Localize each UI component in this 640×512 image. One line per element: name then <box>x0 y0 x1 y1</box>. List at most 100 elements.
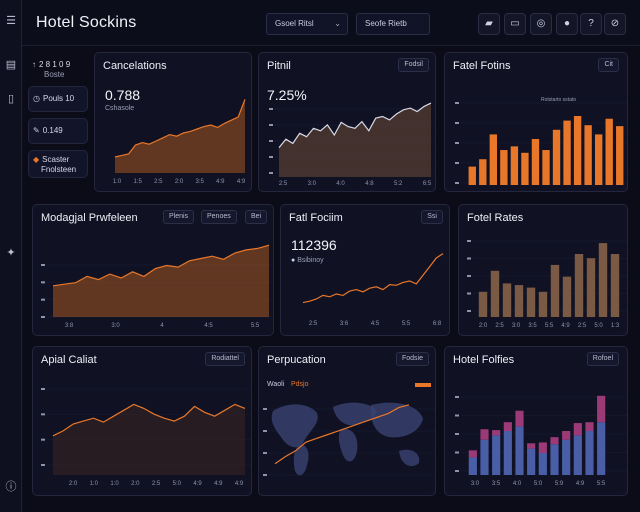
tag-icon: ◆ <box>33 155 40 164</box>
bar <box>468 166 476 185</box>
bar <box>563 120 571 185</box>
x-tick-label: 3:0 <box>471 481 480 487</box>
help-icon[interactable]: ? <box>580 13 602 35</box>
info-icon[interactable]: ⓘ <box>4 480 18 494</box>
y-tick <box>467 257 471 260</box>
x-tick-label: 3:5 <box>528 323 537 329</box>
pen-icon: ✎ <box>33 126 40 135</box>
line-chart: 2:5 3:0 4:0 4:8 5:2 6:5 <box>269 102 435 187</box>
y-tick <box>269 124 273 126</box>
bar <box>478 291 488 317</box>
card-fatl-fociim: Fatl Fociim Ssi 112396 ● Bsibinoy 2:5 3:6… <box>280 204 450 336</box>
x-tick-label: 4:0 <box>513 481 522 487</box>
bar <box>616 126 624 185</box>
x-tick-label: 3:5 <box>492 481 501 487</box>
y-tick <box>455 414 459 417</box>
y-tick <box>41 298 45 301</box>
bar <box>490 270 500 317</box>
menu-icon[interactable]: ☰ <box>4 14 18 28</box>
bar <box>585 431 594 475</box>
bar <box>584 125 592 185</box>
bar-segment <box>503 422 512 431</box>
y-tick <box>455 102 459 104</box>
x-tick-label: 4:9 <box>235 481 244 487</box>
card-cancellations: Cancelations 0.788 Cshasole 1:0 1:5 2:5 2:0… <box>94 52 252 192</box>
stat-item-1[interactable]: ↑ 2 8 1 0 9 Boste <box>28 56 88 82</box>
bar <box>610 254 620 317</box>
bar <box>598 243 608 317</box>
y-tick <box>269 108 273 110</box>
clock-icon: ◷ <box>33 94 40 103</box>
bar <box>489 134 498 185</box>
x-tick-label: 6:8 <box>433 321 442 327</box>
bar-segment <box>585 422 594 431</box>
bar <box>515 426 524 475</box>
list-icon[interactable]: ▤ <box>4 58 18 72</box>
stat-item-3[interactable]: ✎ 0.149 <box>28 118 88 144</box>
bar-segment <box>480 429 489 440</box>
y-tick <box>41 413 45 416</box>
bar-segment <box>573 423 582 436</box>
stat-item-4[interactable]: ◆ Scaster Fnolsteen <box>28 150 88 178</box>
area-fill <box>53 245 269 317</box>
y-tick <box>269 140 273 142</box>
card-fatel-fotins: Fatel Fotins Cit Rotstarto sstato <box>444 52 628 192</box>
bar <box>552 129 561 185</box>
bar-segment <box>492 430 501 436</box>
bar <box>542 150 550 185</box>
bar <box>586 258 596 317</box>
filter-select-1[interactable]: Gsoel Ritsl ⌄ <box>266 13 348 35</box>
x-tick-label: 4:5 <box>204 323 213 329</box>
y-tick <box>455 433 459 435</box>
stat-3-value: 0.149 <box>42 126 63 135</box>
x-tick-label: 3:0 <box>308 181 317 187</box>
line-chart: 2:5 3:6 4:5 5:5 6:8 <box>302 253 444 327</box>
bar <box>510 146 519 185</box>
y-tick <box>41 264 45 266</box>
bar <box>573 435 582 475</box>
x-tick-label: 3:5 <box>195 179 204 185</box>
book-icon[interactable]: ▯ <box>4 92 18 106</box>
filter-select-2[interactable]: Seofe Rietb <box>356 13 430 35</box>
y-tick <box>455 451 459 454</box>
x-tick-label: 2:5 <box>495 323 504 329</box>
bar-segment <box>550 437 559 445</box>
bar <box>526 287 536 317</box>
stat-1-value: 2 8 1 0 9 <box>39 60 71 69</box>
card-hotel-folfies: Hotel Folfies Rofoel 3:0 3:5 4:0 5:0 5:9 4:9 5… <box>444 346 628 496</box>
x-tick-label: 2:0 <box>175 179 184 185</box>
bar <box>492 435 501 475</box>
bar <box>480 439 489 475</box>
y-tick <box>263 452 267 454</box>
y-tick <box>467 292 471 295</box>
x-tick-label: 5:2 <box>394 181 403 187</box>
bar <box>502 283 512 317</box>
bar <box>562 439 571 475</box>
stat-item-2[interactable]: ◷ Pouls 10 <box>28 86 88 112</box>
at-icon[interactable]: ◎ <box>530 13 552 35</box>
x-tick-label: 5:5 <box>597 481 606 487</box>
x-tick-label: 4:9 <box>216 179 225 185</box>
x-tick-label: 3:0 <box>512 323 521 329</box>
sparkle-icon[interactable]: ✦ <box>4 246 18 260</box>
x-tick-label: 5:5 <box>402 321 411 327</box>
chat-icon[interactable]: ▭ <box>504 13 526 35</box>
bar <box>514 285 524 317</box>
arrow-up-icon: ↑ <box>32 60 36 69</box>
continent-europe <box>333 402 377 426</box>
x-tick-label: 2:5 <box>152 481 161 487</box>
continent-africa <box>338 428 358 462</box>
map-line-chart <box>263 402 435 476</box>
series-line <box>302 253 444 304</box>
y-tick <box>41 388 45 390</box>
x-tick-label: 4 <box>160 323 164 329</box>
folder-icon[interactable]: ▰ <box>478 13 500 35</box>
user-icon[interactable]: ● <box>556 13 578 35</box>
area-chart: 1:0 1:5 2:5 2:0 3:5 4:9 4:9 <box>113 99 246 185</box>
y-tick <box>41 464 45 466</box>
x-tick-label: 5:0 <box>534 481 543 487</box>
card-fotel-rates: Fotel Rates 2:0 2:5 3:0 3:5 5:5 4:9 2:5 5:0 1:3 <box>458 204 628 336</box>
stat-1-sub: Boste <box>44 70 65 79</box>
link-icon[interactable]: ⊘ <box>604 13 626 35</box>
x-tick-label: 4:0 <box>336 181 345 187</box>
